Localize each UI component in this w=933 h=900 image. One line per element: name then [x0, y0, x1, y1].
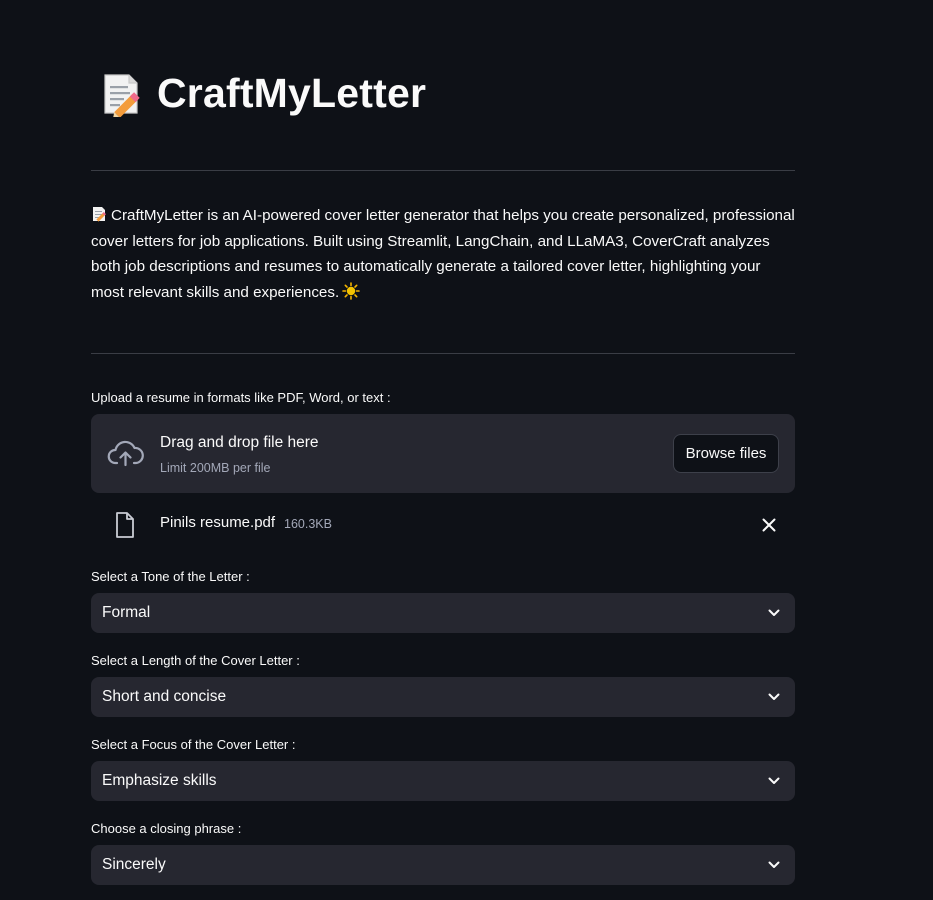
uploader-label: Upload a resume in formats like PDF, Wor… — [91, 390, 391, 405]
closing-value: Sincerely — [102, 856, 166, 873]
uploaded-file: Pinils resume.pdf 160.3KB — [91, 505, 795, 545]
chevron-down-icon — [768, 861, 780, 868]
tone-select[interactable]: Formal — [91, 593, 795, 633]
divider — [91, 353, 795, 354]
app-description: CraftMyLetter is an AI-powered cover let… — [91, 203, 795, 305]
browse-files-button[interactable]: Browse files — [673, 434, 779, 473]
closing-label: Choose a closing phrase : — [91, 821, 242, 836]
page-header: CraftMyLetter — [99, 70, 426, 117]
file-dropzone[interactable]: Drag and drop file here Limit 200MB per … — [91, 414, 795, 493]
file-icon — [116, 512, 134, 538]
file-size: 160.3KB — [284, 517, 332, 531]
length-select[interactable]: Short and concise — [91, 677, 795, 717]
file-name: Pinils resume.pdf — [160, 514, 276, 531]
cloud-upload-icon — [107, 440, 144, 467]
chevron-down-icon — [768, 693, 780, 700]
chevron-down-icon — [768, 777, 780, 784]
length-label: Select a Length of the Cover Letter : — [91, 653, 300, 668]
description-text: CraftMyLetter is an AI-powered cover let… — [91, 207, 795, 301]
focus-value: Emphasize skills — [102, 772, 217, 789]
focus-label: Select a Focus of the Cover Letter : — [91, 737, 296, 752]
sun-icon — [342, 281, 360, 300]
divider — [91, 170, 795, 171]
page-title: CraftMyLetter — [157, 70, 427, 116]
memo-icon — [93, 207, 106, 222]
chevron-down-icon — [768, 609, 780, 616]
close-icon[interactable] — [761, 517, 777, 533]
dropzone-limit: Limit 200MB per file — [160, 461, 271, 475]
tone-label: Select a Tone of the Letter : — [91, 569, 250, 584]
closing-select[interactable]: Sincerely — [91, 845, 795, 885]
memo-icon — [104, 73, 140, 117]
dropzone-instructions: Drag and drop file here — [160, 434, 319, 451]
focus-select[interactable]: Emphasize skills — [91, 761, 795, 801]
tone-value: Formal — [102, 604, 151, 621]
length-value: Short and concise — [102, 688, 227, 705]
